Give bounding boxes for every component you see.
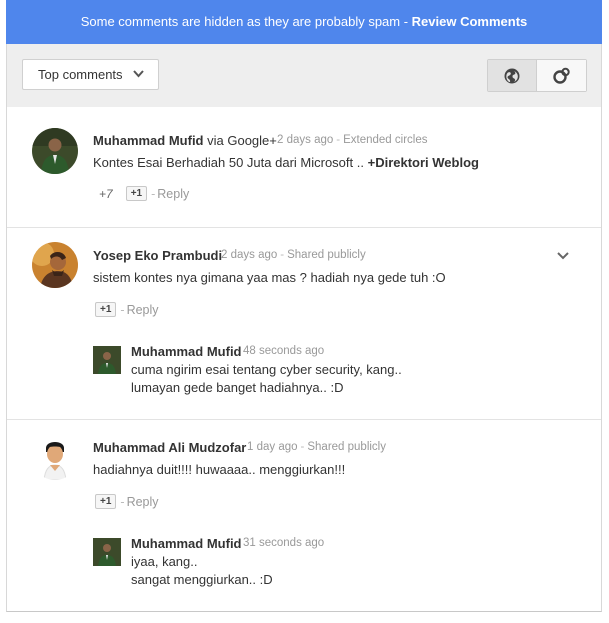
public-view-button[interactable] (488, 60, 537, 91)
divider (7, 419, 601, 420)
plus-one-button[interactable]: +1 (125, 186, 148, 201)
reply-text-line-1: iyaa, kang.. (131, 554, 198, 569)
view-toggle (487, 59, 587, 92)
comments-toolbar: Top comments (7, 44, 601, 107)
avatar[interactable] (32, 434, 78, 480)
comment-text: Kontes Esai Berhadiah 50 Juta dari Micro… (93, 155, 479, 170)
globe-icon (504, 68, 520, 83)
comment-text: sistem kontes nya gimana yaa mas ? hadia… (93, 270, 446, 285)
reply-button[interactable]: Reply (127, 303, 159, 317)
comment-text: hadiahnya duit!!!! huwaaaa.. menggiurkan… (93, 462, 346, 477)
sort-dropdown[interactable]: Top comments (22, 59, 159, 90)
reply-author[interactable]: Muhammad Mufid (131, 536, 242, 551)
comment-menu-chevron-icon[interactable] (557, 252, 569, 260)
reply-time[interactable]: 48 seconds ago (243, 345, 324, 357)
avatar[interactable] (32, 242, 78, 288)
avatar[interactable] (32, 128, 78, 174)
divider (7, 227, 601, 228)
plus-one-button[interactable]: +1 (95, 494, 117, 509)
comment-visibility[interactable]: Shared publicly (287, 249, 366, 261)
circles-view-button[interactable] (537, 60, 586, 91)
avatar[interactable] (93, 538, 121, 566)
review-comments-link[interactable]: Review Comments (412, 14, 528, 29)
reply-text-line-1: cuma ngirim esai tentang cyber security,… (131, 362, 402, 377)
comment-actions: +1 - Reply (95, 494, 159, 509)
comment-actions: +7 +1 - Reply (99, 186, 190, 201)
sort-label: Top comments (38, 67, 123, 82)
mention-link[interactable]: +Direktori Weblog (368, 155, 479, 170)
reply-text-line-2: lumayan gede banget hadiahnya.. :D (131, 380, 344, 395)
comment-meta: 2 days ago - Shared publicly (221, 249, 366, 261)
comments-panel: Top comments Muhammad Mufid via Google+ … (6, 44, 602, 612)
reply-author[interactable]: Muhammad Mufid (131, 344, 242, 359)
reply-text-line-2: sangat menggiurkan.. :D (131, 572, 273, 587)
comment-author[interactable]: Yosep Eko Prambudi (93, 248, 222, 263)
comment-visibility[interactable]: Shared publicly (307, 441, 386, 453)
comment-author[interactable]: Muhammad Ali Mudzofar (93, 440, 246, 455)
reply-time[interactable]: 31 seconds ago (243, 537, 324, 549)
comment-author[interactable]: Muhammad Mufid via Google+ (93, 133, 277, 148)
reply-button[interactable]: Reply (157, 187, 189, 201)
chevron-down-icon (133, 70, 144, 78)
plus-one-button[interactable]: +1 (95, 302, 117, 317)
spam-banner-message: Some comments are hidden as they are pro… (80, 14, 412, 29)
comment-actions: +1 - Reply (95, 302, 159, 317)
spam-banner: Some comments are hidden as they are pro… (6, 0, 602, 44)
reply-button[interactable]: Reply (127, 495, 159, 509)
comment-meta: 2 days ago - Extended circles (277, 134, 428, 146)
plus-count[interactable]: +7 (99, 187, 113, 201)
via-label: via Google+ (207, 133, 277, 148)
comment-visibility[interactable]: Extended circles (343, 134, 427, 146)
comment-meta: 1 day ago - Shared publicly (247, 441, 386, 453)
comment-time[interactable]: 2 days ago (277, 134, 333, 146)
comment-time[interactable]: 1 day ago (247, 441, 298, 453)
avatar[interactable] (93, 346, 121, 374)
circles-icon (552, 67, 570, 84)
comment-time[interactable]: 2 days ago (221, 249, 277, 261)
